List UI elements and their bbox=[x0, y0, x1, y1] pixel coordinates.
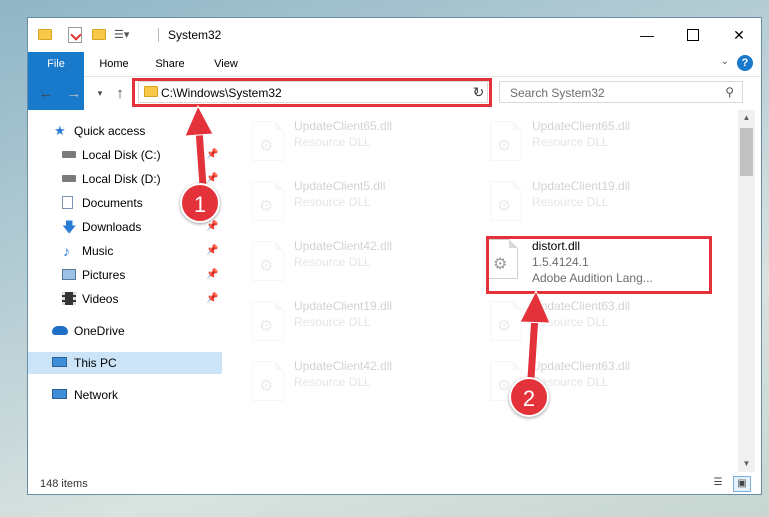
arrow-1 bbox=[184, 104, 214, 190]
step-2-badge: 2 bbox=[509, 377, 549, 417]
annotation-arrows bbox=[184, 104, 551, 382]
arrow-2 bbox=[519, 289, 551, 382]
step-1-badge: 1 bbox=[180, 183, 220, 223]
